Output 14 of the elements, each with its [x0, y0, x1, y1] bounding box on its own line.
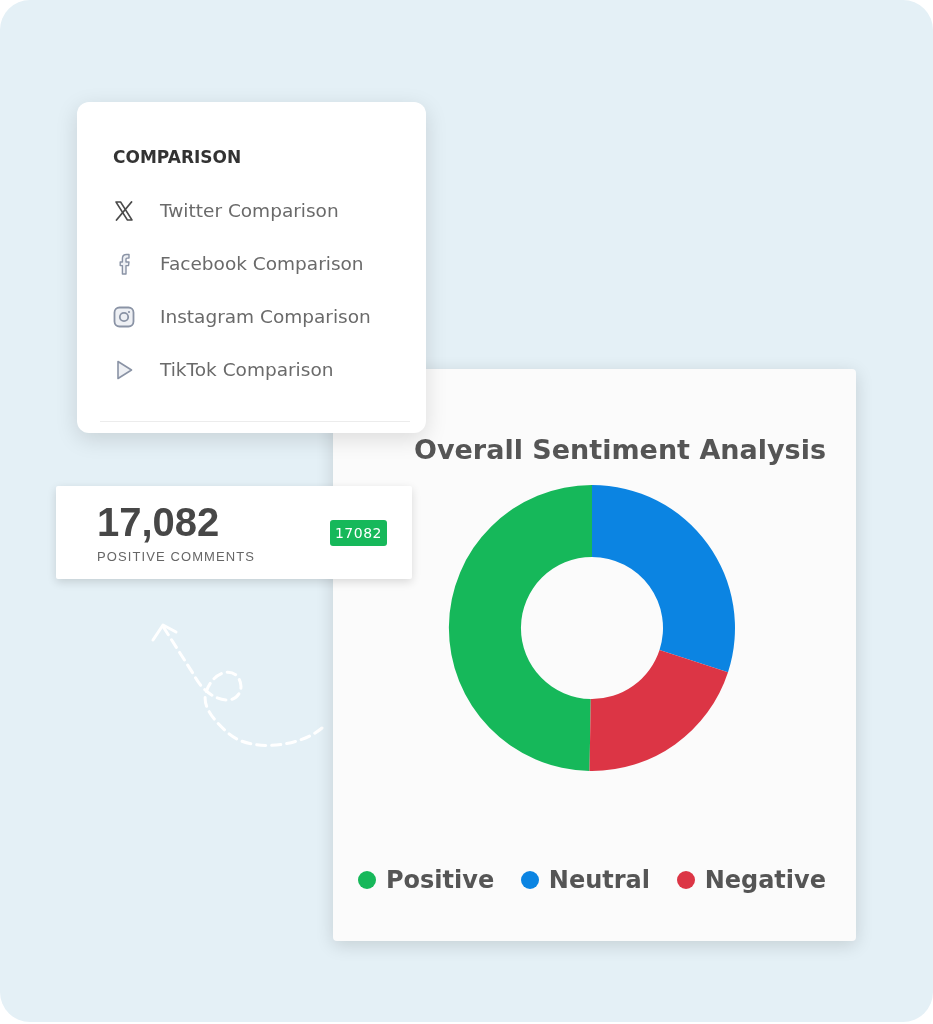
legend-label: Neutral — [548, 865, 650, 895]
stat-value: 17,082 — [97, 502, 220, 542]
chart-title: Overall Sentiment Analysis — [414, 433, 826, 467]
menu-title: COMPARISON — [113, 147, 242, 167]
legend-label: Positive — [386, 865, 495, 895]
x-letter-icon — [112, 198, 136, 223]
stat-label: POSITIVE COMMENTS — [97, 550, 256, 563]
menu-item[interactable]: Facebook Comparison — [112, 237, 364, 290]
menu-item[interactable]: Twitter Comparison — [112, 184, 339, 237]
camera-icon — [112, 304, 136, 329]
menu-item[interactable]: TikTok Comparison — [112, 343, 334, 396]
legend-label: Negative — [704, 865, 826, 895]
menu-item[interactable]: Instagram Comparison — [112, 290, 371, 343]
count-badge: 17082 — [329, 519, 387, 546]
